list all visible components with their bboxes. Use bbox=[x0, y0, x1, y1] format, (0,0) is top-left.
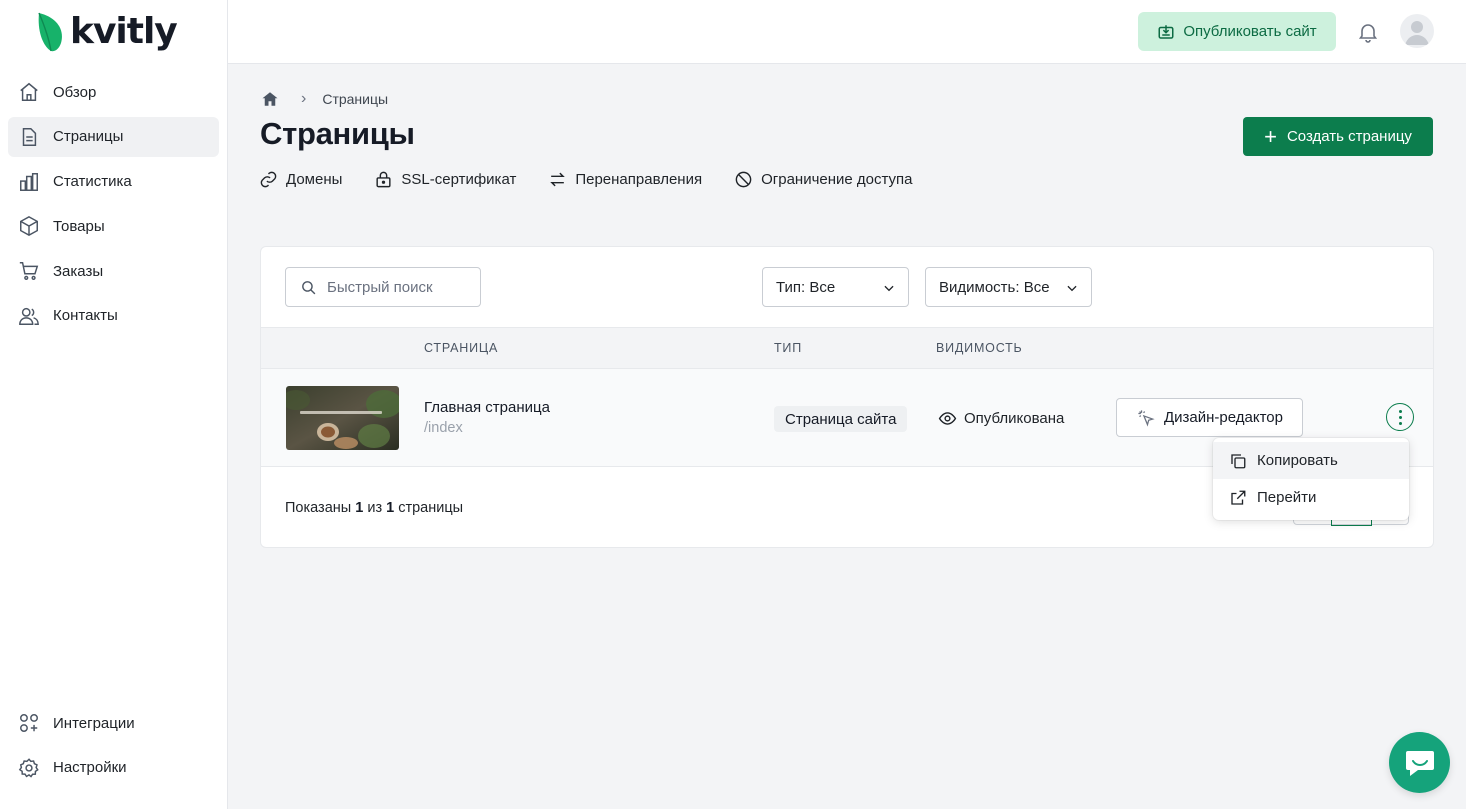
design-editor-label: Дизайн-редактор bbox=[1164, 409, 1283, 426]
sidebar-item-orders[interactable]: Заказы bbox=[8, 251, 219, 291]
bar-chart-icon bbox=[18, 171, 40, 193]
pagination-summary: Показаны 1 из 1 страницы bbox=[285, 500, 463, 516]
sidebar: kvitly Обзор Страницы Статистика Товары bbox=[0, 0, 228, 809]
home-breadcrumb-icon[interactable] bbox=[261, 90, 279, 108]
sidebar-item-overview[interactable]: Обзор bbox=[8, 72, 219, 112]
menu-item-copy[interactable]: Копировать bbox=[1213, 442, 1409, 479]
topbar: Опубликовать сайт bbox=[228, 0, 1466, 64]
type-filter-label: Тип: Все bbox=[776, 278, 836, 296]
visibility-status: Опубликована bbox=[938, 409, 1064, 428]
publish-site-button[interactable]: Опубликовать сайт bbox=[1138, 12, 1336, 51]
chevron-down-icon bbox=[1067, 285, 1077, 292]
row-page-title[interactable]: Главная страница bbox=[424, 399, 550, 416]
box-icon bbox=[18, 215, 40, 237]
document-icon bbox=[18, 126, 40, 148]
type-filter-select[interactable]: Тип: Все bbox=[762, 267, 909, 307]
row-page-path: /index bbox=[424, 420, 463, 436]
subnav-access[interactable]: Ограничение доступа bbox=[734, 170, 913, 189]
sidebar-item-settings[interactable]: Настройки bbox=[8, 748, 219, 788]
sidebar-item-contacts[interactable]: Контакты bbox=[8, 296, 219, 336]
leaf-icon bbox=[38, 12, 62, 52]
plus-icon: + bbox=[1264, 123, 1277, 149]
logo-text: kvitly bbox=[70, 11, 178, 52]
subnav-label: Ограничение доступа bbox=[761, 171, 913, 188]
publish-icon bbox=[1158, 24, 1174, 39]
column-header-page: СТРАНИЦА bbox=[424, 341, 499, 355]
page-title: Страницы bbox=[260, 116, 415, 151]
visibility-filter-select[interactable]: Видимость: Все bbox=[925, 267, 1092, 307]
table-header: СТРАНИЦА ТИП ВИДИМОСТЬ bbox=[261, 327, 1433, 369]
cart-icon bbox=[18, 260, 40, 282]
chat-icon bbox=[1405, 750, 1434, 776]
design-editor-button[interactable]: Дизайн-редактор bbox=[1116, 398, 1303, 437]
home-icon bbox=[18, 81, 40, 103]
subnav-domains[interactable]: Домены bbox=[259, 170, 342, 189]
sidebar-item-label: Настройки bbox=[53, 759, 127, 777]
search-field[interactable] bbox=[285, 267, 481, 307]
arrows-icon bbox=[550, 172, 566, 187]
page-thumbnail bbox=[286, 386, 399, 450]
external-link-icon bbox=[1231, 490, 1246, 505]
sidebar-item-label: Страницы bbox=[53, 128, 124, 146]
sidebar-item-label: Заказы bbox=[53, 262, 104, 280]
menu-item-label: Копировать bbox=[1257, 452, 1338, 469]
subnav-label: Перенаправления bbox=[575, 171, 703, 188]
column-header-type: ТИП bbox=[774, 341, 803, 355]
cursor-click-icon bbox=[1138, 410, 1155, 427]
page-subnav: Домены SSL-сертификат Перенаправления Ог… bbox=[259, 170, 945, 189]
eye-icon bbox=[938, 412, 957, 425]
sidebar-bottom-nav: Интеграции Настройки bbox=[8, 703, 219, 793]
subnav-redirects[interactable]: Перенаправления bbox=[548, 170, 702, 189]
column-header-visibility: ВИДИМОСТЬ bbox=[936, 341, 1023, 355]
search-icon bbox=[302, 280, 316, 294]
row-actions-menu: Копировать Перейти bbox=[1213, 438, 1409, 520]
subnav-label: SSL-сертификат bbox=[401, 171, 517, 188]
subnav-label: Домены bbox=[286, 171, 343, 188]
summary-middle: из bbox=[363, 500, 387, 516]
sidebar-item-integrations[interactable]: Интеграции bbox=[8, 703, 219, 743]
chat-button[interactable] bbox=[1389, 732, 1450, 793]
copy-icon bbox=[1231, 453, 1246, 468]
visibility-label: Опубликована bbox=[964, 410, 1065, 427]
summary-total: 1 bbox=[386, 500, 395, 516]
search-input[interactable] bbox=[327, 278, 467, 296]
sidebar-item-pages[interactable]: Страницы bbox=[8, 116, 219, 157]
link-icon bbox=[260, 171, 277, 188]
sidebar-item-label: Интеграции bbox=[53, 714, 135, 732]
avatar[interactable] bbox=[1400, 14, 1434, 48]
users-icon bbox=[18, 305, 40, 327]
apps-icon bbox=[18, 712, 40, 734]
publish-site-label: Опубликовать сайт bbox=[1183, 23, 1317, 40]
chevron-down-icon bbox=[884, 285, 894, 292]
ban-icon bbox=[735, 171, 752, 188]
menu-item-open[interactable]: Перейти bbox=[1213, 479, 1409, 516]
chevron-right-icon: › bbox=[301, 90, 307, 107]
row-actions-kebab-icon[interactable] bbox=[1386, 403, 1414, 431]
subnav-ssl[interactable]: SSL-сертификат bbox=[374, 170, 516, 189]
create-page-button[interactable]: + Создать страницу bbox=[1243, 117, 1433, 156]
type-badge: Страница сайта bbox=[774, 406, 908, 432]
bell-icon[interactable] bbox=[1356, 20, 1380, 44]
sidebar-item-statistics[interactable]: Статистика bbox=[8, 162, 219, 202]
user-icon bbox=[1405, 21, 1429, 45]
sidebar-nav: Обзор Страницы Статистика Товары Заказы bbox=[8, 72, 219, 341]
breadcrumb: › Страницы bbox=[261, 88, 388, 110]
gear-icon bbox=[18, 757, 40, 779]
sidebar-item-label: Контакты bbox=[53, 307, 118, 325]
sidebar-item-label: Обзор bbox=[53, 83, 97, 101]
logo[interactable]: kvitly bbox=[36, 10, 178, 54]
summary-prefix: Показаны bbox=[285, 500, 356, 516]
breadcrumb-current: Страницы bbox=[322, 91, 389, 107]
create-page-label: Создать страницу bbox=[1286, 128, 1412, 145]
sidebar-item-label: Статистика bbox=[53, 173, 132, 191]
visibility-filter-label: Видимость: Все bbox=[939, 278, 1050, 296]
menu-item-label: Перейти bbox=[1257, 489, 1317, 506]
sidebar-item-products[interactable]: Товары bbox=[8, 206, 219, 246]
summary-suffix: страницы bbox=[394, 500, 464, 516]
lock-icon bbox=[376, 171, 391, 188]
sidebar-item-label: Товары bbox=[53, 217, 105, 235]
